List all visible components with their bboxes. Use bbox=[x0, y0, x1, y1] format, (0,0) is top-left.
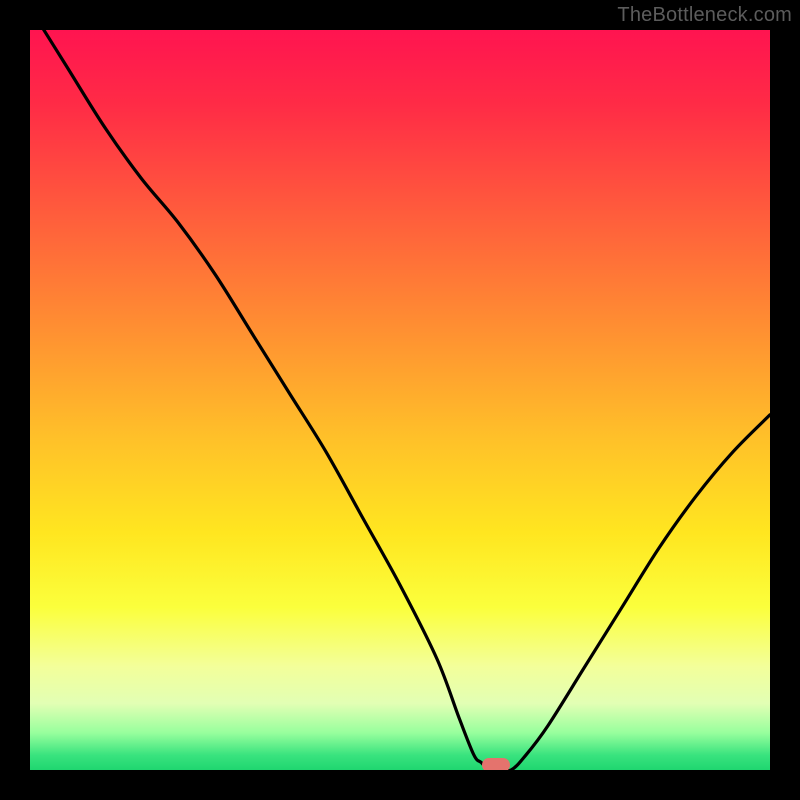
background-gradient bbox=[30, 30, 770, 770]
plot-area bbox=[30, 30, 770, 770]
watermark-text: TheBottleneck.com bbox=[617, 4, 792, 27]
chart-frame: TheBottleneck.com bbox=[0, 0, 800, 800]
